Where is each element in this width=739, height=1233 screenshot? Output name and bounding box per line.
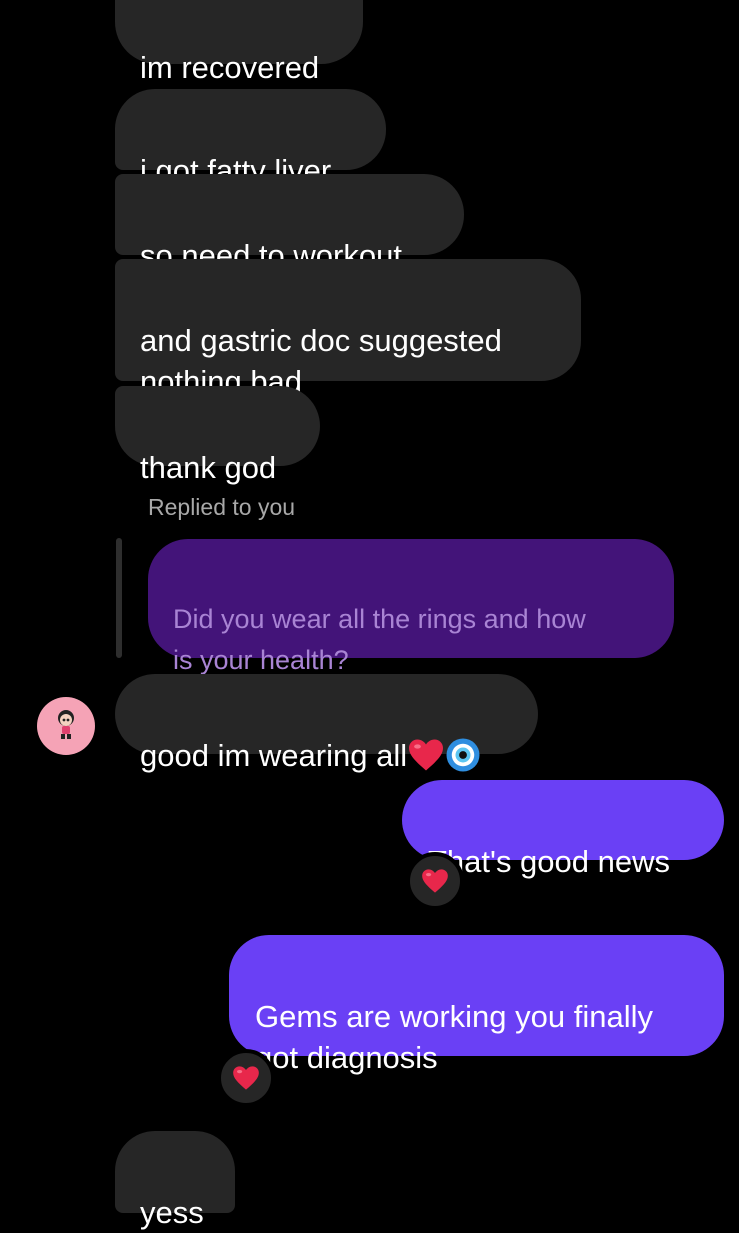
quoted-message[interactable]: Did you wear all the rings and how is yo… xyxy=(148,539,674,675)
nazar-amulet-icon xyxy=(446,738,480,772)
message-text: thank god xyxy=(140,450,277,485)
message-text: im recovered xyxy=(140,50,320,85)
quoted-text: Did you wear all the rings and how is yo… xyxy=(173,604,586,675)
received-message[interactable]: so need to workout xyxy=(115,174,464,273)
heart-icon xyxy=(422,869,448,893)
message-reaction[interactable] xyxy=(406,852,464,910)
sent-message[interactable]: Gems are working you finally got diagnos… xyxy=(229,935,724,1075)
received-message[interactable]: and gastric doc suggested nothing bad xyxy=(115,259,581,399)
received-message[interactable]: im recovered xyxy=(115,0,363,85)
received-message[interactable]: thank god xyxy=(115,386,320,485)
heart-icon xyxy=(409,739,444,771)
reply-indicator-bar xyxy=(116,538,122,658)
message-text: yess xyxy=(140,1195,204,1230)
received-message[interactable]: yess xyxy=(115,1131,235,1230)
heart-icon xyxy=(233,1066,259,1090)
message-text: That's good news xyxy=(428,844,671,879)
message-text: good im wearing all xyxy=(140,738,408,773)
message-text: Gems are working you finally got diagnos… xyxy=(255,999,653,1075)
message-reaction[interactable] xyxy=(217,1049,275,1107)
received-message[interactable]: i got fatty liver xyxy=(115,89,386,188)
reply-label: Replied to you xyxy=(148,494,296,520)
sent-message[interactable]: That's good news xyxy=(402,780,724,879)
avatar[interactable] xyxy=(37,697,95,755)
received-message[interactable]: good im wearing all xyxy=(115,674,538,773)
